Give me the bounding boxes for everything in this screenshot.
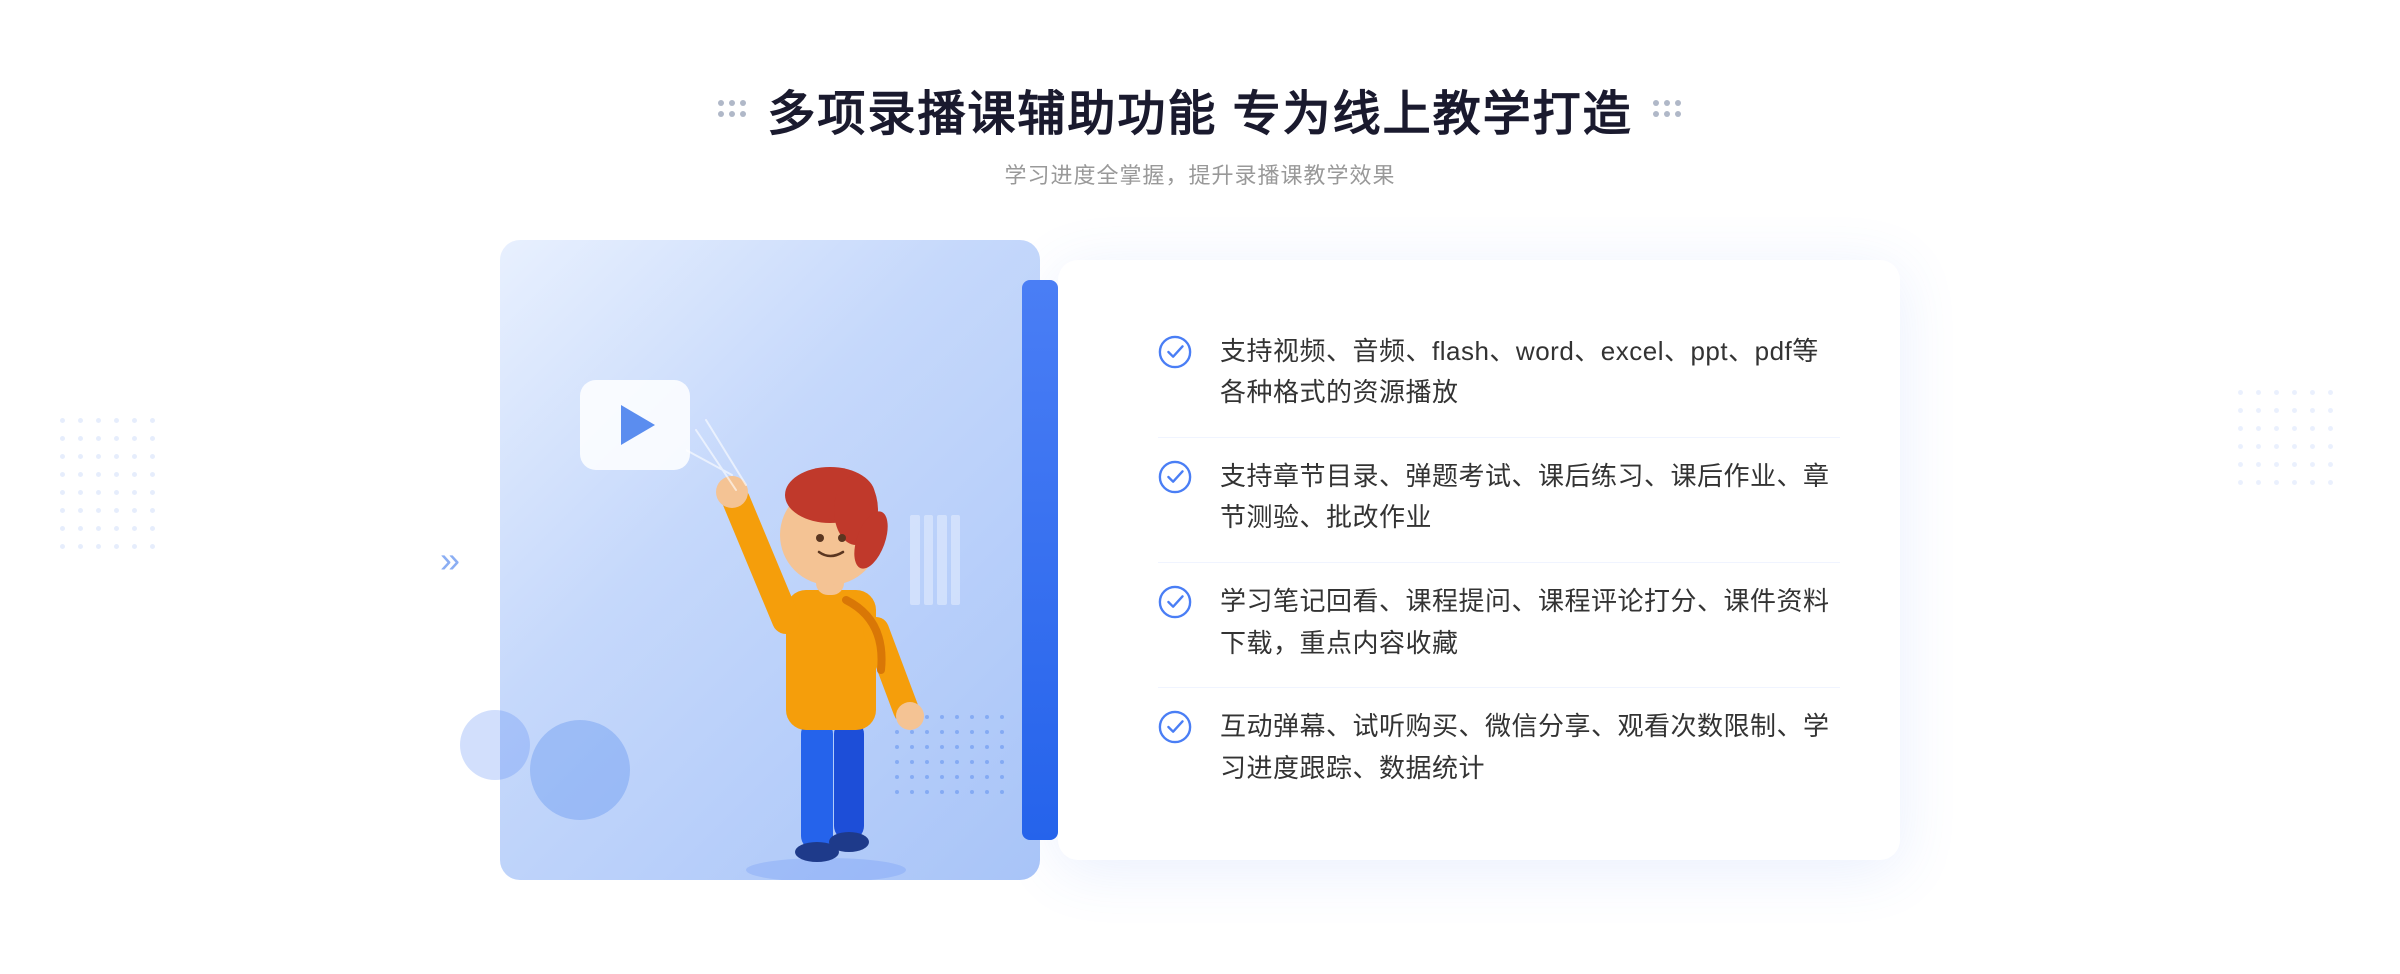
feature-item-4: 互动弹幕、试听购买、微信分享、观看次数限制、学习进度跟踪、数据统计 [1158, 687, 1840, 807]
illustration-panel [500, 240, 1040, 880]
page-title: 多项录播课辅助功能 专为线上教学打造 [767, 74, 1632, 144]
bg-dots-right [2238, 390, 2340, 492]
circle-decoration-2 [460, 710, 530, 780]
check-icon-3 [1158, 585, 1192, 619]
bg-dots-left [60, 418, 162, 556]
person-illustration [686, 380, 966, 880]
play-icon [621, 405, 655, 445]
feature-item-1: 支持视频、音频、flash、word、excel、ppt、pdf等各种格式的资源… [1158, 313, 1840, 432]
play-bubble [580, 380, 690, 470]
check-icon-2 [1158, 460, 1192, 494]
main-content: » [500, 240, 1900, 880]
circle-decoration-1 [530, 720, 630, 820]
header-title-row: 多项录播课辅助功能 专为线上教学打造 [718, 74, 1681, 144]
feature-item-3: 学习笔记回看、课程提问、课程评论打分、课件资料下载，重点内容收藏 [1158, 562, 1840, 682]
header-dots-right [1653, 100, 1682, 118]
check-icon-1 [1158, 335, 1192, 369]
content-panel: 支持视频、音频、flash、word、excel、ppt、pdf等各种格式的资源… [1058, 260, 1900, 860]
page-wrapper: 多项录播课辅助功能 专为线上教学打造 学习进度全掌握，提升录播课教学效果 » [0, 34, 2400, 940]
feature-text-1: 支持视频、音频、flash、word、excel、ppt、pdf等各种格式的资源… [1220, 331, 1840, 414]
feature-text-2: 支持章节目录、弹题考试、课后练习、课后作业、章节测验、批改作业 [1220, 456, 1840, 539]
page-subtitle: 学习进度全掌握，提升录播课教学效果 [718, 158, 1681, 190]
check-icon-4 [1158, 710, 1192, 744]
feature-item-2: 支持章节目录、弹题考试、课后练习、课后作业、章节测验、批改作业 [1158, 437, 1840, 557]
header-dots-left [718, 100, 747, 118]
header-section: 多项录播课辅助功能 专为线上教学打造 学习进度全掌握，提升录播课教学效果 [718, 74, 1681, 190]
feature-text-3: 学习笔记回看、课程提问、课程评论打分、课件资料下载，重点内容收藏 [1220, 581, 1840, 664]
side-bar-decoration [1022, 280, 1058, 840]
feature-text-4: 互动弹幕、试听购买、微信分享、观看次数限制、学习进度跟踪、数据统计 [1220, 706, 1840, 789]
chevron-left-decoration: » [440, 539, 460, 581]
